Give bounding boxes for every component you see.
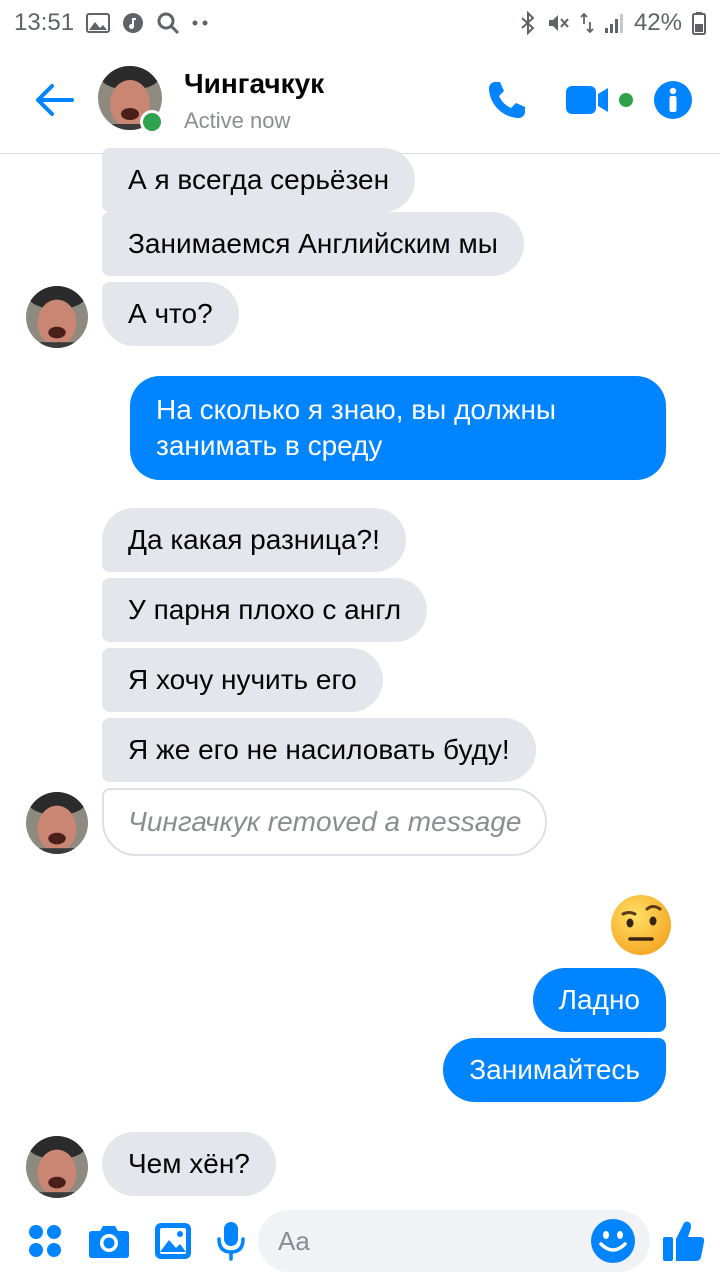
sender-avatar[interactable] [26,1136,88,1198]
gallery-button[interactable] [148,1216,198,1266]
more-actions-button[interactable] [20,1216,70,1266]
phone-icon [489,82,525,118]
gallery-icon [86,13,111,33]
music-icon [122,12,144,34]
message-input-field[interactable] [258,1210,650,1272]
message-text: Занимаемся Английским мы [128,228,498,259]
info-icon [654,81,692,119]
call-button[interactable] [482,74,532,126]
message-text: А что? [128,298,213,329]
message-text: Чингачкук removed a message [128,806,522,837]
message-composer [0,1200,720,1280]
message-text: Чем хён? [128,1148,250,1179]
contact-status: Active now [184,108,291,133]
back-arrow-icon [36,84,74,116]
video-call-button[interactable] [564,74,638,126]
emoji-message[interactable] [610,894,672,956]
message-text-line: На сколько я знаю, вы должны [156,394,557,425]
message-text: Занимайтесь [469,1054,640,1085]
raised-eyebrow-emoji-icon [611,895,671,955]
back-button[interactable] [30,76,78,124]
message-incoming[interactable]: Да какая разница?! [102,508,406,572]
search-icon [156,11,180,35]
message-incoming[interactable]: Я хочу нучить его [102,648,383,712]
status-left: 13:51 [14,9,208,37]
emoji-icon [591,1219,635,1263]
contact-name[interactable]: Чингачкук [184,68,324,100]
camera-button[interactable] [84,1216,134,1266]
message-incoming[interactable]: Я же его не насиловать буду! [102,718,536,782]
message-outgoing[interactable]: Занимайтесь [443,1038,666,1102]
message-text: Я же его не насиловать буду! [128,734,510,765]
message-outgoing[interactable]: Ладно [532,968,666,1032]
info-button[interactable] [652,74,694,126]
message-incoming[interactable]: Занимаемся Английским мы [102,212,524,276]
message-text: Я хочу нучить его [128,664,357,695]
status-time: 13:51 [14,9,75,36]
like-button[interactable] [660,1216,708,1266]
avatar-image [26,286,88,348]
conversation-header: Чингачкук Active now [0,46,720,154]
message-incoming[interactable]: А я всегда серьёзен [102,148,416,212]
status-bar: 13:51 42% [0,0,720,46]
more-notifications-icon [192,20,208,26]
voice-message-button[interactable] [206,1216,256,1266]
sender-avatar[interactable] [26,286,88,348]
data-transfer-icon [580,12,594,34]
message-text-line: занимать в среду [156,430,383,461]
bluetooth-icon [520,11,536,35]
avatar-image [26,792,88,854]
message-incoming[interactable]: А что? [102,282,239,346]
image-icon [155,1223,191,1259]
message-text: Ладно [558,984,640,1015]
avatar-image [26,1136,88,1198]
thumbs-up-icon [663,1221,705,1261]
sender-avatar[interactable] [26,792,88,854]
message-text: А я всегда серьёзен [128,164,390,195]
removed-message-notice: Чингачкук removed a message [102,788,548,856]
online-indicator [140,110,164,134]
message-input[interactable] [278,1224,578,1258]
message-text: У парня плохо с англ [128,594,402,625]
menu-dots-icon [29,1225,61,1257]
camera-icon [89,1226,129,1258]
battery-icon [692,11,706,35]
message-incoming[interactable]: У парня плохо с англ [102,578,428,642]
battery-percent: 42% [633,9,682,36]
mute-icon [546,11,570,35]
video-icon [566,86,633,114]
signal-icon [604,12,624,34]
message-text: Да какая разница?! [128,524,380,555]
emoji-picker-button[interactable] [590,1218,636,1264]
mic-icon [217,1222,245,1261]
message-outgoing[interactable]: На сколько я знаю, вы должны занимать в … [130,376,666,480]
status-right: 42% [520,9,706,37]
message-incoming[interactable]: Чем хён? [102,1132,276,1196]
